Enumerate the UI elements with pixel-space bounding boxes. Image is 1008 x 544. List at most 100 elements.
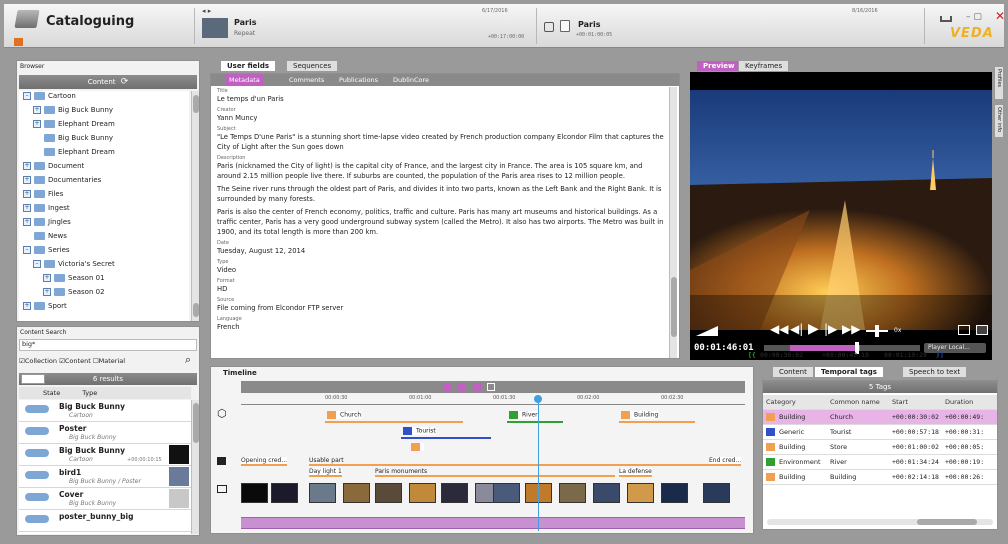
tree-item[interactable]: + Jingles xyxy=(23,218,71,232)
tag-store[interactable] xyxy=(411,443,424,451)
keyframe-thumbnail[interactable] xyxy=(493,483,520,503)
play-icon[interactable]: ▶ xyxy=(808,321,819,337)
tag-row[interactable]: Building Church +00:00:30:02 +00:00:49: xyxy=(763,409,997,425)
expand-icon[interactable]: + xyxy=(33,120,41,128)
playhead[interactable] xyxy=(538,395,539,531)
tag-tourist[interactable]: Tourist xyxy=(403,427,436,435)
results-filter-input[interactable] xyxy=(21,374,45,384)
subtab-comments[interactable]: Comments xyxy=(289,74,324,86)
nav-arrows-icon[interactable]: ◂ ▸ xyxy=(202,7,211,15)
keyframe-thumbnail[interactable] xyxy=(409,483,436,503)
segment-opening-credits[interactable]: Opening cred... xyxy=(241,457,288,466)
fast-backward-icon[interactable]: ◀◀ xyxy=(770,322,788,336)
segment-la-defense[interactable]: La defense xyxy=(619,468,652,477)
field-value[interactable]: Paris is also the center of French econo… xyxy=(217,207,665,237)
browser-content-bar[interactable]: Content ⟳ xyxy=(19,75,197,89)
step-forward-icon[interactable]: |▶ xyxy=(824,322,837,336)
mark-in-icon[interactable]: [{ xyxy=(748,351,756,359)
field-value[interactable]: Paris (nicknamed the City of light) is t… xyxy=(217,161,665,181)
tab-preview[interactable]: Preview xyxy=(696,60,742,72)
expand-icon[interactable]: + xyxy=(33,106,41,114)
tree-item[interactable]: Big Buck Bunny xyxy=(33,134,113,148)
segment-paris-monuments[interactable]: Paris monuments xyxy=(375,468,615,477)
result-item[interactable]: Big Buck Bunny Cartoon xyxy=(19,400,191,422)
results-scrollbar[interactable] xyxy=(193,403,199,443)
subtab-dublincore[interactable]: DublinCore xyxy=(393,74,429,86)
result-item[interactable]: poster_bunny_big xyxy=(19,510,191,532)
expand-icon[interactable]: + xyxy=(23,176,31,184)
fullscreen-icon[interactable] xyxy=(976,325,988,335)
segment-usable-part[interactable]: Usable part xyxy=(309,457,719,466)
tab-keyframes[interactable]: Keyframes xyxy=(738,60,790,72)
col-start[interactable]: Start xyxy=(889,395,942,410)
field-value[interactable]: Le temps d'un Paris xyxy=(217,94,665,104)
collapse-icon[interactable]: – xyxy=(23,246,31,254)
tab-content[interactable]: Content xyxy=(772,366,814,378)
field-value[interactable]: HD xyxy=(217,284,665,294)
tl-tool-icon-4[interactable] xyxy=(487,383,495,391)
expand-icon[interactable]: + xyxy=(23,218,31,226)
video-player[interactable]: ◀◀ ◀| ▶ |▶ ▶▶ 0x 00:01:46:01 Player Loca… xyxy=(690,72,992,360)
segment-day-light[interactable]: Day light 1 xyxy=(309,468,342,477)
field-value[interactable]: Tuesday, August 12, 2014 xyxy=(217,246,665,256)
tl-tool-icon-3[interactable] xyxy=(473,383,481,391)
expand-icon[interactable]: + xyxy=(23,204,31,212)
collapse-icon[interactable]: – xyxy=(23,92,31,100)
tree-item[interactable]: + Elephant Dream xyxy=(33,120,115,134)
col-duration[interactable]: Duration xyxy=(941,395,997,410)
volume-slider[interactable] xyxy=(696,326,718,336)
field-value[interactable]: Video xyxy=(217,265,665,275)
tag-row[interactable]: Building Building +00:02:14:18 +00:00:26: xyxy=(763,469,997,485)
keyframe-thumbnail[interactable] xyxy=(593,483,620,503)
tab-sequences[interactable]: Sequences xyxy=(286,60,339,72)
tag-church[interactable]: Church xyxy=(327,411,362,419)
side-tab-other[interactable]: Other info xyxy=(994,104,1004,138)
col-state[interactable]: State xyxy=(43,389,60,397)
step-backward-icon[interactable]: ◀| xyxy=(790,322,803,336)
tags-hscroll[interactable] xyxy=(767,519,993,525)
expand-icon[interactable]: + xyxy=(43,274,51,282)
tab-temporal-tags[interactable]: Temporal tags xyxy=(814,366,884,378)
refresh-icon[interactable]: ⟳ xyxy=(121,77,129,87)
playhead-knob[interactable] xyxy=(534,395,542,403)
keyframe-thumbnail[interactable] xyxy=(627,483,654,503)
pip-icon[interactable] xyxy=(958,325,970,335)
keyframe-thumbnail[interactable] xyxy=(559,483,586,503)
segment-end-credits[interactable]: End cred... xyxy=(709,457,742,466)
tree-item[interactable]: – Cartoon xyxy=(23,92,76,106)
tree-item[interactable]: + Season 02 xyxy=(43,288,105,302)
tree-item[interactable]: + Ingest xyxy=(23,204,70,218)
result-item[interactable]: Cover Big Buck Bunny xyxy=(19,488,191,510)
tree-item[interactable]: + Sport xyxy=(23,302,67,316)
network-icon[interactable] xyxy=(940,16,952,22)
tree-item[interactable]: + Documentaries xyxy=(23,176,101,190)
keyframe-thumbnail[interactable] xyxy=(375,483,402,503)
tag-row[interactable]: Generic Tourist +00:00:57:18 +00:00:31: xyxy=(763,424,997,440)
window-controls-icon[interactable]: – ▢ xyxy=(966,12,982,22)
tl-tool-icon-2[interactable] xyxy=(457,383,465,391)
tab-user-fields[interactable]: User fields xyxy=(220,60,276,72)
keyframe-thumbnail[interactable] xyxy=(241,483,268,503)
result-item[interactable]: Poster Big Buck Bunny xyxy=(19,422,191,444)
mark-out-icon[interactable]: }] xyxy=(936,351,944,359)
tag-building[interactable]: Building xyxy=(621,411,659,419)
keyframe-thumbnail[interactable] xyxy=(343,483,370,503)
tree-scrollbar[interactable] xyxy=(193,95,199,113)
tag-row[interactable]: Environment River +00:01:34:24 +00:00:19: xyxy=(763,454,997,470)
time-ruler[interactable]: 00:00:30 00:01:00 00:01:30 00:02:00 00:0… xyxy=(241,395,745,405)
tree-item[interactable]: + Big Buck Bunny xyxy=(33,106,113,120)
col-category[interactable]: Category xyxy=(763,395,827,410)
expand-icon[interactable]: + xyxy=(23,302,31,310)
search-input[interactable]: big* xyxy=(19,339,197,351)
result-item[interactable]: bird1 Big Buck Bunny / Poster xyxy=(19,466,191,488)
keyframe-thumbnail[interactable] xyxy=(271,483,298,503)
keyframe-thumbnail[interactable] xyxy=(661,483,688,503)
collapse-icon[interactable]: – xyxy=(33,260,41,268)
subtab-metadata[interactable]: Metadata xyxy=(225,74,264,86)
fast-forward-icon[interactable]: ▶▶ xyxy=(842,322,860,336)
col-type[interactable]: Type xyxy=(82,389,97,397)
result-item[interactable]: Big Buck Bunny Cartoon +00:00:10:15 xyxy=(19,444,191,466)
search-icon[interactable]: ⌕ xyxy=(185,353,191,367)
video-track[interactable] xyxy=(241,483,745,505)
field-value[interactable]: File coming from Elcondor FTP server xyxy=(217,303,665,313)
